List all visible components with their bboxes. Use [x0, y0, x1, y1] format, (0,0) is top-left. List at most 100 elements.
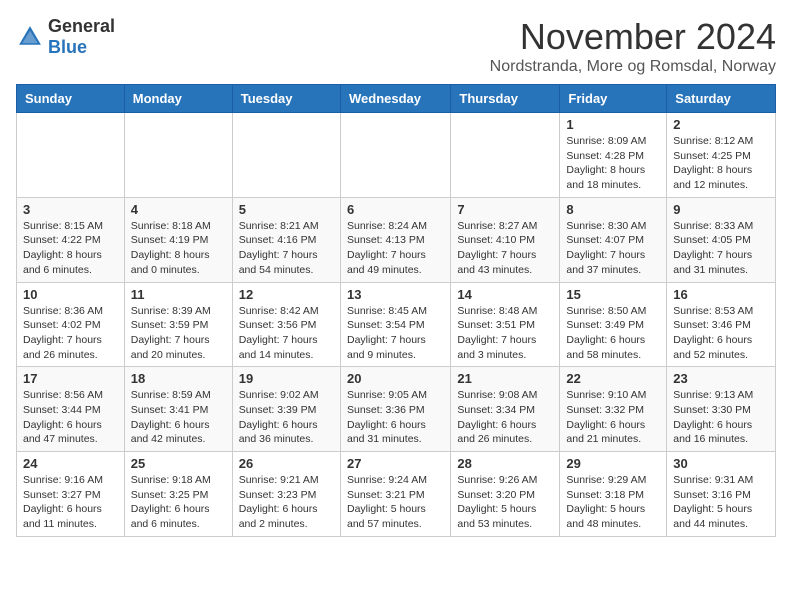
day-info: Sunrise: 8:39 AM Sunset: 3:59 PM Dayligh…: [131, 304, 226, 363]
day-number: 18: [131, 371, 226, 386]
day-info: Sunrise: 9:29 AM Sunset: 3:18 PM Dayligh…: [566, 473, 660, 532]
day-info: Sunrise: 9:21 AM Sunset: 3:23 PM Dayligh…: [239, 473, 334, 532]
day-info: Sunrise: 8:36 AM Sunset: 4:02 PM Dayligh…: [23, 304, 118, 363]
day-number: 15: [566, 287, 660, 302]
day-number: 19: [239, 371, 334, 386]
day-number: 20: [347, 371, 444, 386]
month-title: November 2024: [490, 16, 776, 58]
day-info: Sunrise: 9:08 AM Sunset: 3:34 PM Dayligh…: [457, 388, 553, 447]
calendar-cell: [232, 113, 340, 198]
day-number: 5: [239, 202, 334, 217]
day-info: Sunrise: 9:18 AM Sunset: 3:25 PM Dayligh…: [131, 473, 226, 532]
logo: General Blue: [16, 16, 115, 58]
day-info: Sunrise: 9:26 AM Sunset: 3:20 PM Dayligh…: [457, 473, 553, 532]
day-number: 17: [23, 371, 118, 386]
calendar-week-row: 3 Sunrise: 8:15 AM Sunset: 4:22 PM Daylig…: [17, 197, 776, 282]
location-subtitle: Nordstranda, More og Romsdal, Norway: [490, 58, 776, 76]
weekday-header-monday: Monday: [124, 85, 232, 113]
calendar-cell: [340, 113, 450, 198]
calendar-cell: 5 Sunrise: 8:21 AM Sunset: 4:16 PM Daylig…: [232, 197, 340, 282]
day-info: Sunrise: 8:45 AM Sunset: 3:54 PM Dayligh…: [347, 304, 444, 363]
calendar-cell: [17, 113, 125, 198]
calendar-week-row: 24Sunrise: 9:16 AM Sunset: 3:27 PM Dayli…: [17, 452, 776, 537]
day-number: 16: [673, 287, 769, 302]
calendar-table: SundayMondayTuesdayWednesdayThursdayFrid…: [16, 84, 776, 537]
day-info: Sunrise: 9:16 AM Sunset: 3:27 PM Dayligh…: [23, 473, 118, 532]
calendar-cell: 19 Sunrise: 9:02 AM Sunset: 3:39 PM Dayli…: [232, 367, 340, 452]
calendar-cell: 28 Sunrise: 9:26 AM Sunset: 3:20 PM Dayli…: [451, 452, 560, 537]
weekday-header-wednesday: Wednesday: [340, 85, 450, 113]
day-number: 25: [131, 456, 226, 471]
day-number: 26: [239, 456, 334, 471]
calendar-cell: 16Sunrise: 8:53 AM Sunset: 3:46 PM Dayli…: [667, 282, 776, 367]
day-number: 11: [131, 287, 226, 302]
day-number: 4: [131, 202, 226, 217]
weekday-header-saturday: Saturday: [667, 85, 776, 113]
day-number: 10: [23, 287, 118, 302]
calendar-cell: 3 Sunrise: 8:15 AM Sunset: 4:22 PM Daylig…: [17, 197, 125, 282]
calendar-cell: 18 Sunrise: 8:59 AM Sunset: 3:41 PM Dayli…: [124, 367, 232, 452]
day-number: 27: [347, 456, 444, 471]
logo-text: General Blue: [48, 16, 115, 58]
day-info: Sunrise: 8:12 AM Sunset: 4:25 PM Dayligh…: [673, 134, 769, 193]
calendar-cell: 6 Sunrise: 8:24 AM Sunset: 4:13 PM Daylig…: [340, 197, 450, 282]
day-info: Sunrise: 8:27 AM Sunset: 4:10 PM Dayligh…: [457, 219, 553, 278]
day-info: Sunrise: 9:24 AM Sunset: 3:21 PM Dayligh…: [347, 473, 444, 532]
day-info: Sunrise: 8:21 AM Sunset: 4:16 PM Dayligh…: [239, 219, 334, 278]
day-number: 22: [566, 371, 660, 386]
day-number: 1: [566, 117, 660, 132]
day-info: Sunrise: 8:59 AM Sunset: 3:41 PM Dayligh…: [131, 388, 226, 447]
day-number: 2: [673, 117, 769, 132]
day-number: 13: [347, 287, 444, 302]
day-number: 30: [673, 456, 769, 471]
day-info: Sunrise: 8:56 AM Sunset: 3:44 PM Dayligh…: [23, 388, 118, 447]
day-number: 7: [457, 202, 553, 217]
weekday-header-thursday: Thursday: [451, 85, 560, 113]
calendar-cell: 9Sunrise: 8:33 AM Sunset: 4:05 PM Daylig…: [667, 197, 776, 282]
day-info: Sunrise: 8:48 AM Sunset: 3:51 PM Dayligh…: [457, 304, 553, 363]
calendar-cell: 14Sunrise: 8:48 AM Sunset: 3:51 PM Dayli…: [451, 282, 560, 367]
calendar-cell: 27 Sunrise: 9:24 AM Sunset: 3:21 PM Dayli…: [340, 452, 450, 537]
day-number: 9: [673, 202, 769, 217]
day-number: 3: [23, 202, 118, 217]
calendar-body: 1 Sunrise: 8:09 AM Sunset: 4:28 PM Daylig…: [17, 113, 776, 537]
weekday-header-friday: Friday: [560, 85, 667, 113]
calendar-cell: 23Sunrise: 9:13 AM Sunset: 3:30 PM Dayli…: [667, 367, 776, 452]
day-number: 8: [566, 202, 660, 217]
calendar-cell: 1 Sunrise: 8:09 AM Sunset: 4:28 PM Daylig…: [560, 113, 667, 198]
day-number: 29: [566, 456, 660, 471]
calendar-cell: [451, 113, 560, 198]
day-info: Sunrise: 8:50 AM Sunset: 3:49 PM Dayligh…: [566, 304, 660, 363]
logo-blue: Blue: [48, 37, 87, 57]
day-number: 6: [347, 202, 444, 217]
day-number: 12: [239, 287, 334, 302]
day-info: Sunrise: 8:30 AM Sunset: 4:07 PM Dayligh…: [566, 219, 660, 278]
calendar-cell: 4 Sunrise: 8:18 AM Sunset: 4:19 PM Daylig…: [124, 197, 232, 282]
calendar-cell: 21Sunrise: 9:08 AM Sunset: 3:34 PM Dayli…: [451, 367, 560, 452]
calendar-header: SundayMondayTuesdayWednesdayThursdayFrid…: [17, 85, 776, 113]
day-number: 28: [457, 456, 553, 471]
calendar-cell: 2 Sunrise: 8:12 AM Sunset: 4:25 PM Daylig…: [667, 113, 776, 198]
day-info: Sunrise: 8:18 AM Sunset: 4:19 PM Dayligh…: [131, 219, 226, 278]
day-info: Sunrise: 9:13 AM Sunset: 3:30 PM Dayligh…: [673, 388, 769, 447]
calendar-cell: 8 Sunrise: 8:30 AM Sunset: 4:07 PM Daylig…: [560, 197, 667, 282]
calendar-cell: 29 Sunrise: 9:29 AM Sunset: 3:18 PM Dayli…: [560, 452, 667, 537]
day-info: Sunrise: 8:24 AM Sunset: 4:13 PM Dayligh…: [347, 219, 444, 278]
calendar-week-row: 1 Sunrise: 8:09 AM Sunset: 4:28 PM Daylig…: [17, 113, 776, 198]
calendar-cell: 7 Sunrise: 8:27 AM Sunset: 4:10 PM Daylig…: [451, 197, 560, 282]
calendar-cell: [124, 113, 232, 198]
day-info: Sunrise: 8:15 AM Sunset: 4:22 PM Dayligh…: [23, 219, 118, 278]
day-info: Sunrise: 9:02 AM Sunset: 3:39 PM Dayligh…: [239, 388, 334, 447]
day-info: Sunrise: 8:09 AM Sunset: 4:28 PM Dayligh…: [566, 134, 660, 193]
day-info: Sunrise: 8:42 AM Sunset: 3:56 PM Dayligh…: [239, 304, 334, 363]
page-header: General Blue November 2024 Nordstranda, …: [16, 16, 776, 76]
calendar-cell: 25 Sunrise: 9:18 AM Sunset: 3:25 PM Dayli…: [124, 452, 232, 537]
calendar-cell: 20 Sunrise: 9:05 AM Sunset: 3:36 PM Dayli…: [340, 367, 450, 452]
calendar-cell: 15 Sunrise: 8:50 AM Sunset: 3:49 PM Dayli…: [560, 282, 667, 367]
calendar-cell: 24Sunrise: 9:16 AM Sunset: 3:27 PM Dayli…: [17, 452, 125, 537]
calendar-cell: 26 Sunrise: 9:21 AM Sunset: 3:23 PM Dayli…: [232, 452, 340, 537]
day-info: Sunrise: 9:05 AM Sunset: 3:36 PM Dayligh…: [347, 388, 444, 447]
calendar-cell: 10 Sunrise: 8:36 AM Sunset: 4:02 PM Dayli…: [17, 282, 125, 367]
day-info: Sunrise: 9:31 AM Sunset: 3:16 PM Dayligh…: [673, 473, 769, 532]
weekday-header-sunday: Sunday: [17, 85, 125, 113]
